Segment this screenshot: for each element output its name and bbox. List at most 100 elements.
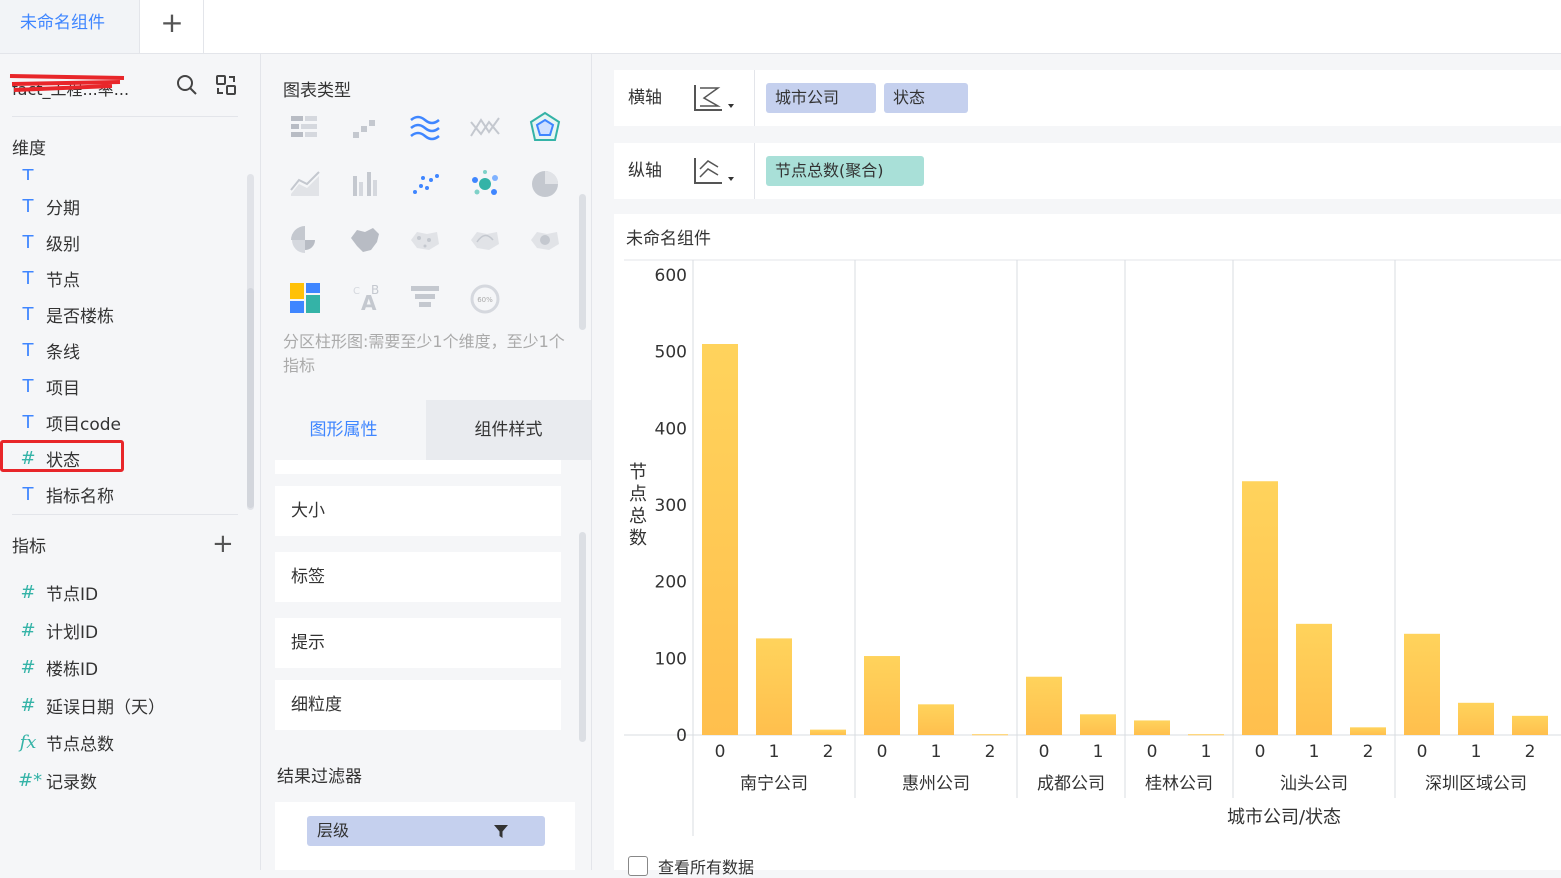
wave-chart-icon[interactable]	[407, 110, 443, 146]
clipped-property	[275, 460, 561, 474]
bar	[1080, 714, 1116, 735]
x-axis-type-icon[interactable]	[692, 82, 736, 114]
bar	[1026, 676, 1062, 735]
metric-field[interactable]: # 楼栋ID	[18, 652, 98, 682]
x-group-label: 成都公司	[1037, 774, 1105, 794]
filter-pill-level[interactable]: 层级	[307, 816, 545, 846]
dimension-field[interactable]: T 条线	[18, 335, 81, 365]
table-chart-icon[interactable]	[287, 110, 323, 146]
bar	[918, 704, 954, 735]
y-axis-title-char: 总	[629, 506, 647, 527]
property-tabs: 图形属性 组件样式	[261, 400, 591, 460]
area-line-icon[interactable]	[287, 166, 323, 202]
point-map-icon[interactable]	[407, 222, 443, 258]
text-type-icon: T	[22, 195, 34, 217]
x-tick-label: 0	[1147, 742, 1158, 762]
x-tick-label: 0	[715, 742, 726, 762]
dimension-field[interactable]: T 级别	[18, 227, 81, 257]
property-granularity[interactable]: 细粒度	[275, 680, 561, 730]
x-group-label: 惠州公司	[902, 774, 970, 794]
number-type-icon: #	[20, 581, 36, 603]
word-cloud-icon[interactable]: A C B	[347, 280, 383, 316]
add-tab-button[interactable]: +	[141, 0, 204, 53]
x-axis-field-city[interactable]: 城市公司	[766, 83, 876, 113]
metric-field[interactable]: # 延误日期（天）	[18, 690, 165, 720]
y-tick-label: 0	[676, 726, 687, 746]
chart-config-panel: 图表类型 A C B 60% 分区柱形图:需要至少1个维度，至少1个指标 图形属…	[261, 54, 592, 870]
x-axis-field-status[interactable]: 状态	[884, 83, 968, 113]
tab-component-style[interactable]: 组件样式	[426, 400, 591, 460]
pie-chart-icon[interactable]	[527, 166, 563, 202]
property-tooltip[interactable]: 提示	[275, 618, 561, 668]
result-filter-box: 层级	[275, 802, 575, 870]
dimension-field[interactable]: T 项目code	[18, 407, 122, 437]
metric-field[interactable]: # 计划ID	[18, 615, 98, 645]
x-tick-label: 2	[1525, 742, 1536, 762]
treemap-chart-icon[interactable]	[287, 280, 323, 316]
bar	[1350, 727, 1386, 735]
radar-chart-icon[interactable]	[527, 110, 563, 146]
funnel-chart-icon[interactable]	[407, 280, 443, 316]
bar	[864, 656, 900, 735]
heat-map-icon[interactable]	[527, 222, 563, 258]
field-label: 楼栋ID	[46, 659, 99, 680]
gauge-percent-label: 60%	[477, 296, 493, 304]
add-metric-button[interactable]: +	[212, 530, 234, 558]
y-axis-type-icon[interactable]	[692, 155, 736, 187]
dimension-field[interactable]: T 分期	[18, 191, 81, 221]
chart-type-scrollbar[interactable]	[579, 194, 586, 330]
scrollbar-thumb[interactable]	[247, 288, 254, 508]
x-axis-title: 城市公司/状态	[1227, 807, 1341, 828]
field-label: 节点ID	[46, 584, 99, 605]
property-label[interactable]: 标签	[275, 552, 561, 602]
bar	[1512, 715, 1548, 735]
text-type-icon: T	[22, 231, 34, 253]
bubble-chart-icon[interactable]	[467, 166, 503, 202]
bar	[972, 734, 1008, 736]
dimension-scrollbar[interactable]	[247, 174, 254, 510]
gauge-chart-icon[interactable]: 60%	[467, 280, 503, 316]
text-type-icon: T	[22, 411, 34, 433]
property-scrollbar[interactable]	[579, 532, 586, 742]
metric-field[interactable]: # 节点ID	[18, 577, 98, 607]
clipped-field: T	[18, 166, 46, 180]
filter-icon[interactable]	[493, 823, 509, 839]
y-axis-field-node-total[interactable]: 节点总数(聚合)	[766, 156, 924, 186]
switch-dataset-icon[interactable]	[215, 74, 237, 96]
dimension-field[interactable]: T 节点	[18, 263, 81, 293]
dimension-field[interactable]: T 是否楼栋	[18, 299, 115, 329]
view-all-data-checkbox[interactable]	[628, 856, 648, 876]
tab-unnamed-component[interactable]: 未命名组件	[0, 0, 140, 53]
view-all-data-label: 查看所有数据	[658, 858, 755, 877]
chart-type-title: 图表类型	[283, 81, 351, 101]
svg-text:B: B	[371, 283, 379, 297]
metric-field[interactable]: fx 节点总数	[18, 727, 114, 757]
bar	[702, 344, 738, 735]
tab-graphic-properties[interactable]: 图形属性	[261, 400, 426, 460]
cross-line-icon[interactable]	[467, 110, 503, 146]
rose-chart-icon[interactable]	[287, 222, 323, 258]
scatter-chart-icon[interactable]	[407, 166, 443, 202]
stepped-bar-icon[interactable]	[347, 110, 383, 146]
metric-field[interactable]: #* 记录数	[18, 765, 97, 795]
search-icon[interactable]	[176, 74, 198, 96]
property-size[interactable]: 大小	[275, 486, 561, 536]
divider	[754, 70, 755, 126]
x-axis-label: 横轴	[628, 88, 662, 108]
grouped-bar-icon[interactable]	[347, 166, 383, 202]
text-type-icon: T	[22, 303, 34, 325]
field-label: 节点	[46, 270, 80, 291]
china-map-icon[interactable]	[347, 222, 383, 258]
flow-map-icon[interactable]	[467, 222, 503, 258]
field-label: 项目	[46, 378, 80, 399]
divider	[12, 116, 238, 117]
y-tick-label: 600	[655, 266, 687, 286]
x-tick-label: 0	[1255, 742, 1266, 762]
dimension-field[interactable]: T 指标名称	[18, 479, 115, 509]
dimension-field[interactable]: T 项目	[18, 371, 81, 401]
y-tick-label: 500	[655, 343, 687, 363]
divider	[12, 514, 238, 515]
x-group-label: 桂林公司	[1145, 774, 1213, 794]
x-tick-label: 1	[1093, 742, 1104, 762]
text-type-icon: T	[22, 483, 34, 505]
